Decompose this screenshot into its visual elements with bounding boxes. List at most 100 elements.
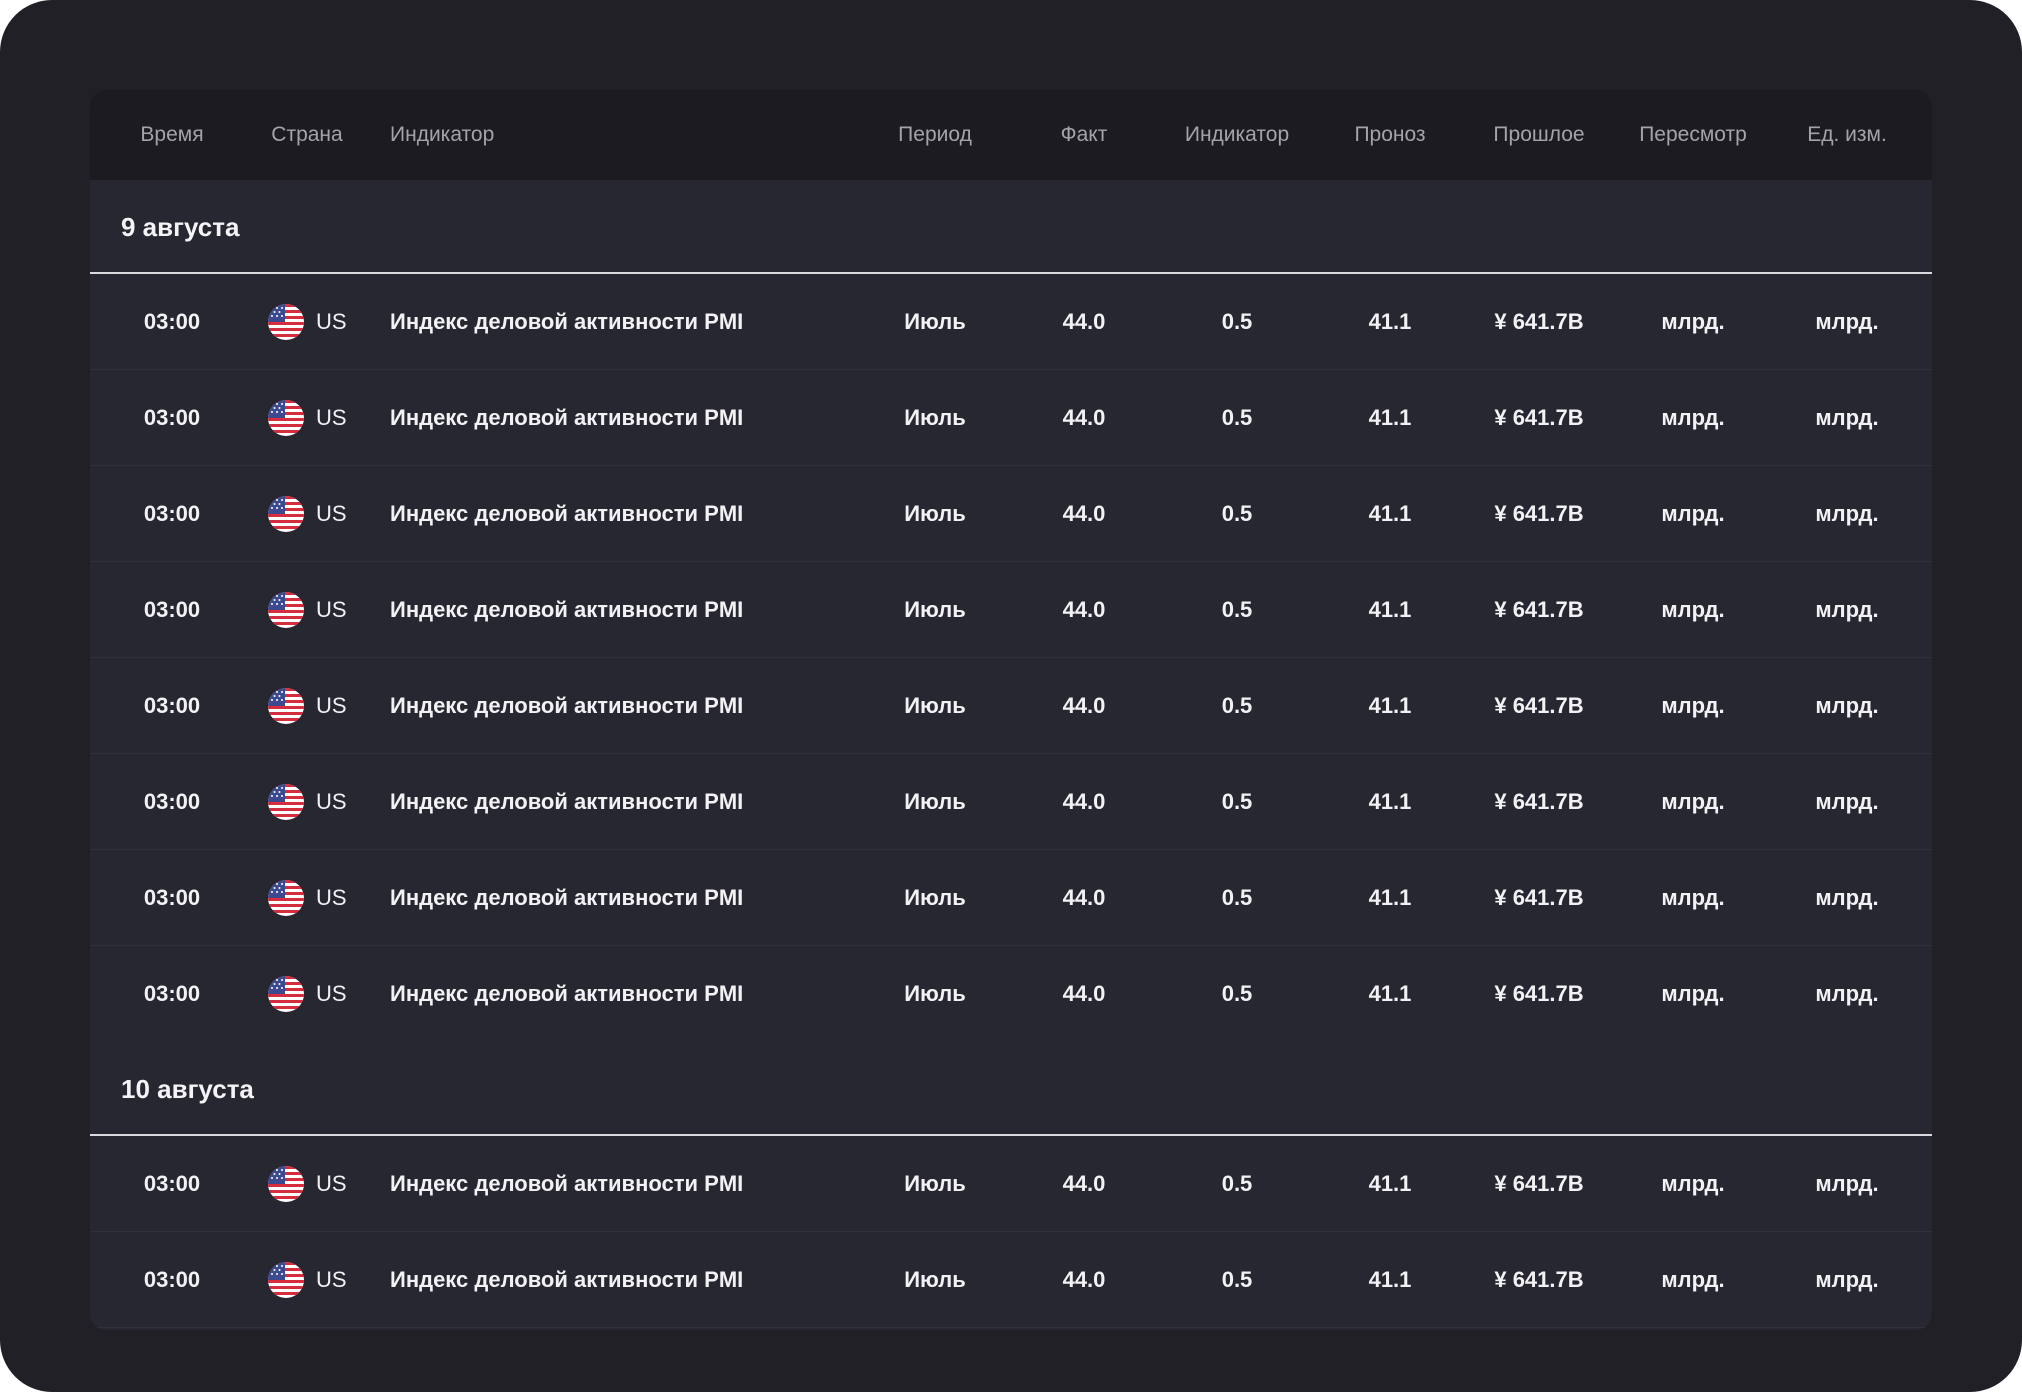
cell-period: Июль [904,981,966,1006]
cell-indicator: Индекс деловой активности PMI [390,501,744,526]
cell-unit: млрд. [1815,789,1879,814]
table-header: Время Страна Индикатор Период Факт Индик… [90,90,1932,180]
cell-period: Июль [904,693,966,718]
cell-period: Июль [904,789,966,814]
cell-country: US [268,850,347,946]
header-period[interactable]: Период [898,90,972,180]
cell-forecast: 41.1 [1368,789,1412,814]
header-forecast[interactable]: Проноз [1354,90,1425,180]
cell-revision: млрд. [1661,405,1725,430]
cell-actual: 44.0 [1062,1267,1106,1292]
country-code: US [316,1267,347,1292]
cell-period: Июль [904,1171,966,1196]
date-group-header: 9 августа [90,180,1932,274]
cell-unit: млрд. [1815,981,1879,1006]
country-code: US [316,309,347,334]
cell-indicator-value: 0.5 [1221,597,1253,622]
cell-indicator: Индекс деловой активности PMI [390,693,744,718]
cell-actual: 44.0 [1062,1171,1106,1196]
cell-period: Июль [904,885,966,910]
cell-indicator-value: 0.5 [1221,1267,1253,1292]
header-previous[interactable]: Прошлое [1493,90,1584,180]
cell-indicator-value: 0.5 [1221,789,1253,814]
table-row[interactable]: 03:00 US Индекс деловой активности PMI И… [90,370,1932,466]
cell-indicator: Индекс деловой активности PMI [390,1171,744,1196]
cell-time: 03:00 [143,885,201,910]
cell-indicator-value: 0.5 [1221,693,1253,718]
cell-country: US [268,370,347,466]
date-label: 10 августа [121,1074,254,1104]
us-flag-icon [268,688,304,724]
header-actual[interactable]: Факт [1061,90,1108,180]
cell-revision: млрд. [1661,789,1725,814]
cell-previous: ¥ 641.7B [1494,501,1584,526]
cell-actual: 44.0 [1062,885,1106,910]
cell-country: US [268,946,347,1042]
cell-forecast: 41.1 [1368,309,1412,334]
cell-unit: млрд. [1815,309,1879,334]
cell-actual: 44.0 [1062,597,1106,622]
us-flag-icon [268,976,304,1012]
header-revision[interactable]: Пересмотр [1639,90,1747,180]
table-row[interactable]: 03:00 US Индекс деловой активности PMI И… [90,1232,1932,1328]
cell-forecast: 41.1 [1368,981,1412,1006]
cell-actual: 44.0 [1062,405,1106,430]
cell-unit: млрд. [1815,501,1879,526]
cell-time: 03:00 [143,501,201,526]
table-row[interactable]: 03:00 US Индекс деловой активности PMI И… [90,562,1932,658]
cell-time: 03:00 [143,405,201,430]
cell-previous: ¥ 641.7B [1494,885,1584,910]
table-row[interactable]: 03:00 US Индекс деловой активности PMI И… [90,658,1932,754]
table-row[interactable]: 03:00 US Индекс деловой активности PMI И… [90,466,1932,562]
table-row[interactable]: 03:00 US Индекс деловой активности PMI И… [90,274,1932,370]
cell-unit: млрд. [1815,693,1879,718]
table-row[interactable]: 03:00 US Индекс деловой активности PMI И… [90,946,1932,1042]
cell-country: US [268,466,347,562]
table-row[interactable]: 03:00 US Индекс деловой активности PMI И… [90,1136,1932,1232]
app-frame: Время Страна Индикатор Период Факт Индик… [0,0,2022,1392]
cell-forecast: 41.1 [1368,597,1412,622]
cell-indicator: Индекс деловой активности PMI [390,597,744,622]
cell-forecast: 41.1 [1368,885,1412,910]
cell-previous: ¥ 641.7B [1494,309,1584,334]
table-row[interactable]: 03:00 US Индекс деловой активности PMI И… [90,850,1932,946]
us-flag-icon [268,496,304,532]
country-code: US [316,405,347,430]
cell-unit: млрд. [1815,885,1879,910]
cell-time: 03:00 [143,1267,201,1292]
cell-country: US [268,1136,347,1232]
cell-revision: млрд. [1661,1171,1725,1196]
cell-time: 03:00 [143,981,201,1006]
cell-forecast: 41.1 [1368,1171,1412,1196]
cell-forecast: 41.1 [1368,405,1412,430]
header-indicator[interactable]: Индикатор [390,90,494,180]
cell-indicator: Индекс деловой активности PMI [390,1267,744,1292]
cell-revision: млрд. [1661,597,1725,622]
us-flag-icon [268,1166,304,1202]
cell-indicator-value: 0.5 [1221,885,1253,910]
cell-actual: 44.0 [1062,981,1106,1006]
cell-actual: 44.0 [1062,693,1106,718]
cell-country: US [268,658,347,754]
cell-time: 03:00 [143,693,201,718]
cell-forecast: 41.1 [1368,693,1412,718]
cell-indicator-value: 0.5 [1221,1171,1253,1196]
country-code: US [316,1171,347,1196]
cell-previous: ¥ 641.7B [1494,405,1584,430]
cell-forecast: 41.1 [1368,501,1412,526]
cell-indicator: Индекс деловой активности PMI [390,789,744,814]
country-code: US [316,789,347,814]
cell-period: Июль [904,405,966,430]
cell-period: Июль [904,309,966,334]
header-indicator-value[interactable]: Индикатор [1185,90,1289,180]
header-unit[interactable]: Ед. изм. [1807,90,1887,180]
table-row[interactable]: 03:00 US Индекс деловой активности PMI И… [90,754,1932,850]
cell-indicator-value: 0.5 [1221,309,1253,334]
us-flag-icon [268,880,304,916]
cell-period: Июль [904,597,966,622]
us-flag-icon [268,784,304,820]
header-time[interactable]: Время [140,90,203,180]
cell-indicator: Индекс деловой активности PMI [390,981,744,1006]
cell-time: 03:00 [143,597,201,622]
header-country[interactable]: Страна [271,90,342,180]
